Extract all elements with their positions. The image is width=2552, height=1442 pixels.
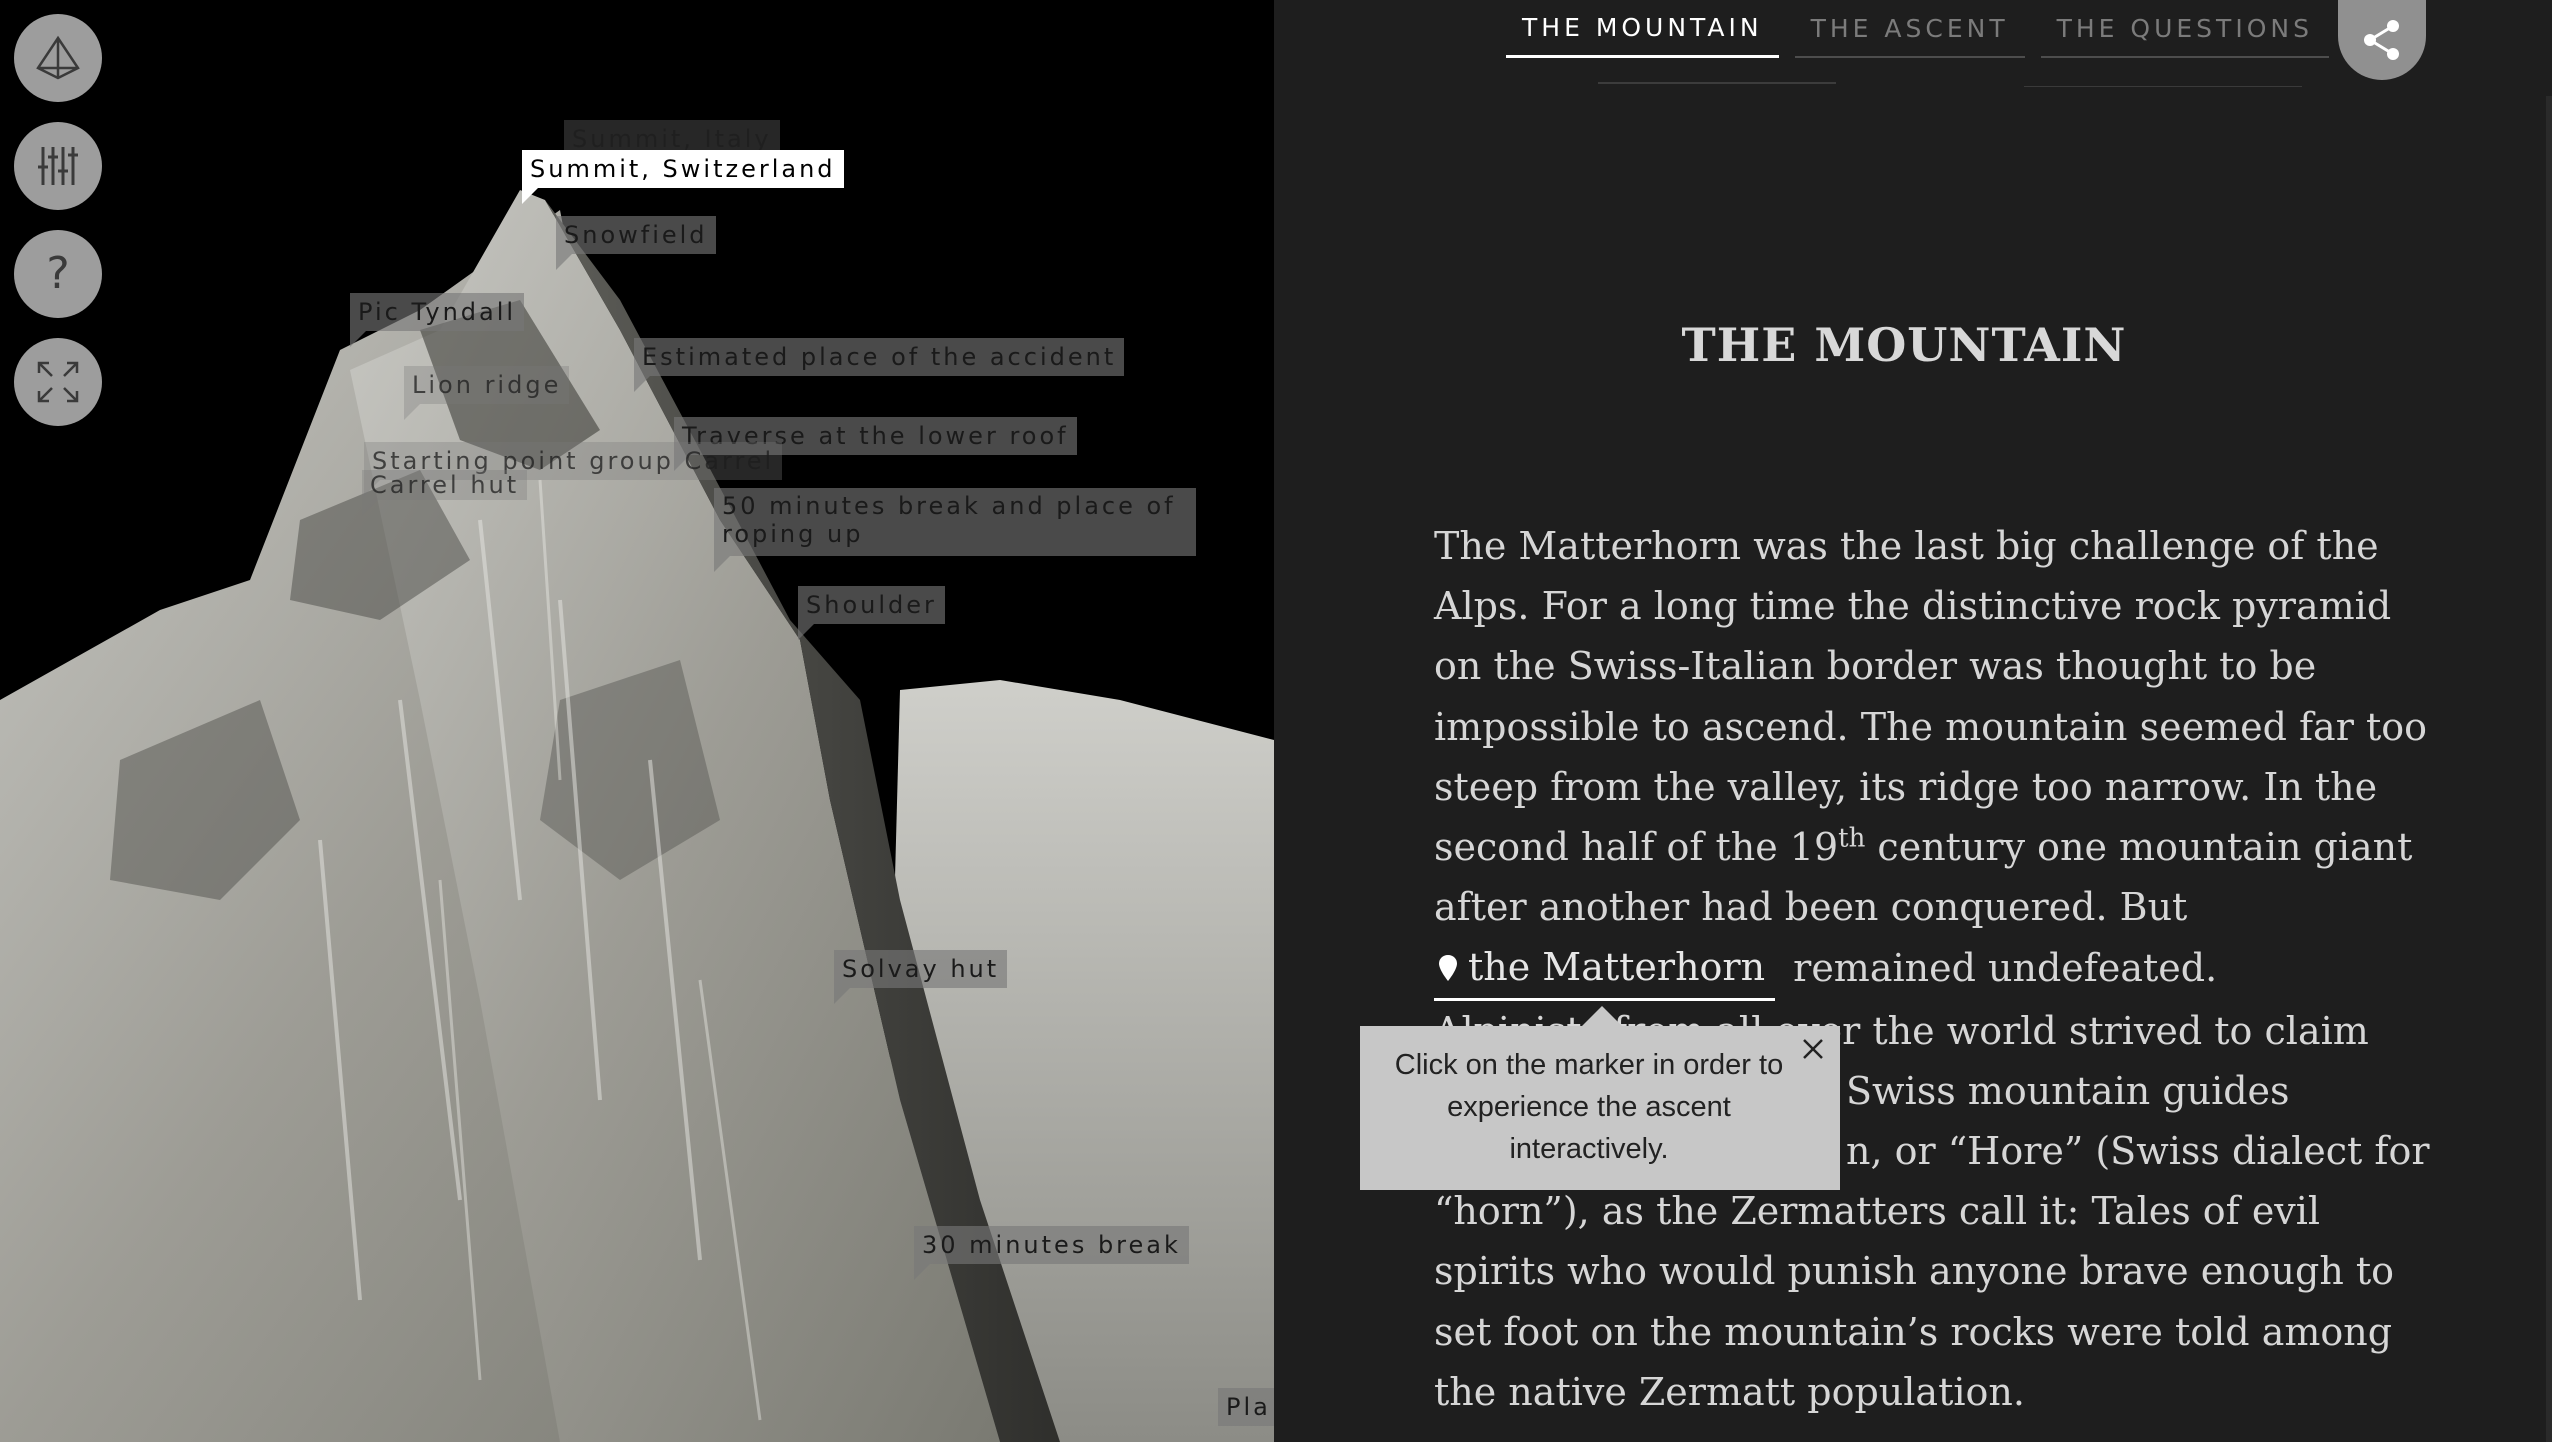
tab-the-questions[interactable]: THE QUESTIONS <box>2040 0 2329 58</box>
marker-hint-tooltip: Click on the marker in order to experien… <box>1360 1006 1840 1190</box>
marker-pic-tyndall[interactable]: Pic Tyndall <box>350 293 525 347</box>
mountain-3d-viewport[interactable]: ? Summit, Italy Summit, Switzerland Snow… <box>0 0 1274 1442</box>
tab-scroll-indicator <box>1598 82 1836 84</box>
help-icon: ? <box>46 248 70 299</box>
paragraph-text: The Matterhorn was the last big challeng… <box>1434 524 2427 870</box>
matterhorn-marker-link[interactable]: the Matterhorn <box>1434 937 1776 1001</box>
scrollbar[interactable] <box>2546 96 2552 1442</box>
help-button[interactable]: ? <box>14 230 102 318</box>
share-icon <box>2364 20 2399 60</box>
ordinal-suffix: th <box>1838 823 1866 854</box>
article-panel: THE MOUNTAIN THE ASCENT THE QUESTIONS TH… <box>1274 0 2552 1442</box>
marker-carrel-hut[interactable]: Carrel hut <box>362 470 528 516</box>
tab-the-ascent[interactable]: THE ASCENT <box>1794 0 2025 58</box>
view-mode-button[interactable] <box>14 14 102 102</box>
marker-accident[interactable]: Estimated place of the accident <box>634 338 1125 392</box>
fullscreen-button[interactable] <box>14 338 102 426</box>
article-body: The Matterhorn was the last big challeng… <box>1434 516 2444 1422</box>
marker-link-label: the Matterhorn <box>1468 945 1766 990</box>
close-icon[interactable] <box>1798 1034 1828 1064</box>
share-button[interactable] <box>2338 0 2426 80</box>
article-title: THE MOUNTAIN <box>1681 318 2127 372</box>
marker-lion-ridge[interactable]: Lion ridge <box>404 366 570 420</box>
tab-the-mountain[interactable]: THE MOUNTAIN <box>1506 0 1779 58</box>
fullscreen-icon <box>37 361 79 403</box>
tooltip-text: Click on the marker in order to experien… <box>1394 1049 1784 1165</box>
sliders-icon <box>38 147 78 185</box>
marker-30-min-break[interactable]: 30 minutes break <box>914 1226 1189 1280</box>
map-pin-icon <box>1439 954 1457 981</box>
section-tabs: THE MOUNTAIN THE ASCENT THE QUESTIONS <box>1506 0 2345 90</box>
marker-partial-bottom[interactable]: Pla <box>1218 1388 1274 1426</box>
tab-divider <box>2024 86 2302 87</box>
paragraph-text: remained undefeated. <box>1793 946 2218 991</box>
settings-button[interactable] <box>14 122 102 210</box>
marker-snowfield[interactable]: Snowfield <box>556 216 716 270</box>
marker-solvay-hut[interactable]: Solvay hut <box>834 950 1008 1004</box>
marker-50-min-break[interactable]: 50 minutes break and place of roping up <box>714 488 1196 572</box>
marker-shoulder[interactable]: Shoulder <box>798 586 945 640</box>
marker-summit-switzerland[interactable]: Summit, Switzerland <box>522 150 844 204</box>
pyramid-view-icon <box>36 35 80 80</box>
